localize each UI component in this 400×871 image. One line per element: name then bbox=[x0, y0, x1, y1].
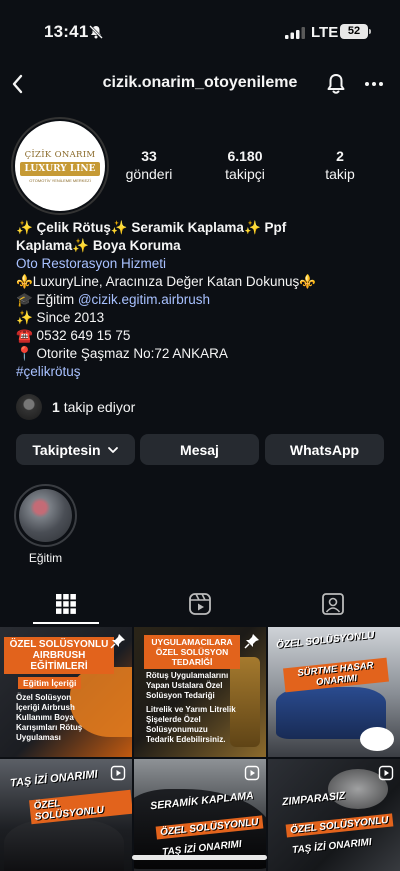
mutual-follower-avatar bbox=[16, 394, 42, 420]
home-indicator[interactable] bbox=[132, 855, 267, 860]
status-time: 13:41 bbox=[44, 22, 89, 41]
profile-bio: ✨ Çelik Rötuş✨ Seramik Kaplama✨ Ppf Kapl… bbox=[16, 219, 386, 381]
bio-title-line1: ✨ Çelik Rötuş✨ Seramik Kaplama✨ Ppf bbox=[16, 220, 287, 235]
highlight-egitim-image bbox=[19, 489, 72, 542]
post-body-text: Özel Solüsyon İçeriği Airbrush Kullanımı… bbox=[16, 693, 83, 742]
message-button-label: Mesaj bbox=[180, 441, 219, 458]
bio-egitim-prefix: 🎓 Eğitim bbox=[16, 292, 78, 307]
logo-top-text: ÇİZİK ONARIM bbox=[24, 149, 96, 160]
following-button[interactable]: Takiptesin bbox=[16, 434, 135, 465]
mutual-followers-text: 1 takip ediyor bbox=[52, 399, 135, 415]
network-label: LTE bbox=[311, 24, 339, 41]
following-count: 2 bbox=[336, 148, 344, 164]
grid-icon[interactable] bbox=[53, 591, 79, 617]
post-caption-1: TAŞ İZİ ONARIMI bbox=[9, 768, 99, 790]
post-caption-2: ÖZEL SOLÜSYONLU bbox=[29, 789, 132, 825]
bio-title-line2: Kaplama✨ Boya Koruma bbox=[16, 238, 181, 253]
post-logo-badge bbox=[360, 727, 394, 751]
content-tabs bbox=[0, 587, 400, 625]
post-tile[interactable]: TAŞ İZİ ONARIMI ÖZEL SOLÜSYONLU bbox=[0, 759, 132, 871]
mutual-followers[interactable]: 1 takip ediyor bbox=[16, 394, 135, 420]
post-body-text-2: Litrelik ve Yarım Litrelik Şişelerde Öze… bbox=[146, 705, 236, 744]
post-caption-2: ÖZEL SOLÜSYONLU bbox=[285, 813, 394, 838]
post-tile[interactable]: ÖZEL SOLÜSYONLU SÜRTME HASAR ONARIMI bbox=[268, 627, 400, 757]
bio-address-line: 📍 Otorite Şaşmaz No:72 ANKARA bbox=[16, 346, 228, 361]
pin-icon bbox=[244, 634, 259, 649]
bio-egitim-line: 🎓 Eğitim @cizik.egitim.airbrush bbox=[16, 291, 386, 309]
bio-phone-line: ☎️ 0532 649 15 75 bbox=[16, 328, 131, 343]
profile-header: cizik.onarim_otoyenileme bbox=[0, 62, 400, 106]
active-tab-indicator bbox=[33, 622, 99, 624]
stat-posts[interactable]: 33 gönderi bbox=[116, 148, 182, 182]
post-ribbon: ÖZEL SOLÜSYONLU AIRBRUSH EĞİTİMLERİ bbox=[4, 637, 114, 674]
bio-category: Oto Restorasyon Hizmeti bbox=[16, 256, 167, 271]
highlight-egitim-label: Eğitim bbox=[28, 551, 63, 565]
post-tile[interactable]: ÖZEL SOLÜSYONLU AIRBRUSH EĞİTİMLERİ Eğit… bbox=[0, 627, 132, 757]
bio-hashtag-link[interactable]: #çelikrötuş bbox=[16, 363, 386, 381]
battery-icon: 52 bbox=[340, 24, 368, 39]
logo-bottom-text: OTOMOTİV YENİLEME MERKEZİ bbox=[29, 177, 91, 183]
posts-count: 33 bbox=[141, 148, 157, 164]
more-options-icon[interactable] bbox=[360, 70, 388, 98]
post-caption-1: ZIMPARASIZ bbox=[281, 789, 346, 809]
chevron-down-icon bbox=[107, 446, 118, 453]
post-tile[interactable]: ZIMPARASIZ ÖZEL SOLÜSYONLU TAŞ İZİ ONARI… bbox=[268, 759, 400, 871]
status-bar: 13:41 LTE 52 bbox=[0, 0, 400, 62]
stat-following[interactable]: 2 takip bbox=[307, 148, 373, 182]
signal-icon bbox=[285, 27, 305, 39]
tagged-icon[interactable] bbox=[320, 591, 346, 617]
bio-luxury-line: ⚜️LuxuryLine, Aracınıza Değer Katan Doku… bbox=[16, 274, 317, 289]
reel-icon bbox=[378, 765, 394, 781]
reel-icon bbox=[110, 765, 126, 781]
post-body-text-1: Rötuş Uygulamalarını Yapan Ustalara Özel… bbox=[146, 671, 229, 700]
profile-avatar[interactable]: ÇİZİK ONARIM LUXURY LINE OTOMOTİV YENİLE… bbox=[15, 121, 105, 211]
whatsapp-button[interactable]: WhatsApp bbox=[265, 434, 384, 465]
post-car-shape bbox=[4, 819, 124, 871]
reels-icon[interactable] bbox=[187, 591, 213, 617]
bio-egitim-mention-link[interactable]: @cizik.egitim.airbrush bbox=[78, 292, 210, 307]
post-ribbon: UYGULAMACILARA ÖZEL SOLÜSYON TEDARİĞİ bbox=[144, 635, 240, 669]
reel-icon bbox=[244, 765, 260, 781]
post-subtitle: Eğitim İçeriği bbox=[18, 677, 82, 689]
pin-icon bbox=[110, 634, 125, 649]
posts-label: gönderi bbox=[125, 166, 173, 182]
post-caption-1: ÖZEL SOLÜSYONLU bbox=[275, 629, 376, 652]
mutual-followers-label: takip ediyor bbox=[63, 399, 136, 415]
message-button[interactable]: Mesaj bbox=[140, 434, 259, 465]
mutual-followers-count: 1 bbox=[52, 399, 60, 415]
post-tile[interactable]: UYGULAMACILARA ÖZEL SOLÜSYON TEDARİĞİ Rö… bbox=[134, 627, 266, 757]
following-label: takip bbox=[325, 166, 355, 182]
stat-followers[interactable]: 6.180 takipçi bbox=[212, 148, 278, 182]
followers-label: takipçi bbox=[225, 166, 265, 182]
followers-count: 6.180 bbox=[227, 148, 263, 164]
bio-since-line: ✨ Since 2013 bbox=[16, 310, 105, 325]
following-button-label: Takiptesin bbox=[32, 441, 101, 458]
logo-mid-text: LUXURY LINE bbox=[19, 161, 101, 176]
post-caption-3: TAŞ İZİ ONARIMI bbox=[291, 836, 373, 857]
notification-bell-icon[interactable] bbox=[322, 70, 350, 98]
bell-slash-icon bbox=[89, 25, 103, 39]
battery-tip bbox=[369, 29, 371, 34]
whatsapp-button-label: WhatsApp bbox=[289, 441, 360, 458]
